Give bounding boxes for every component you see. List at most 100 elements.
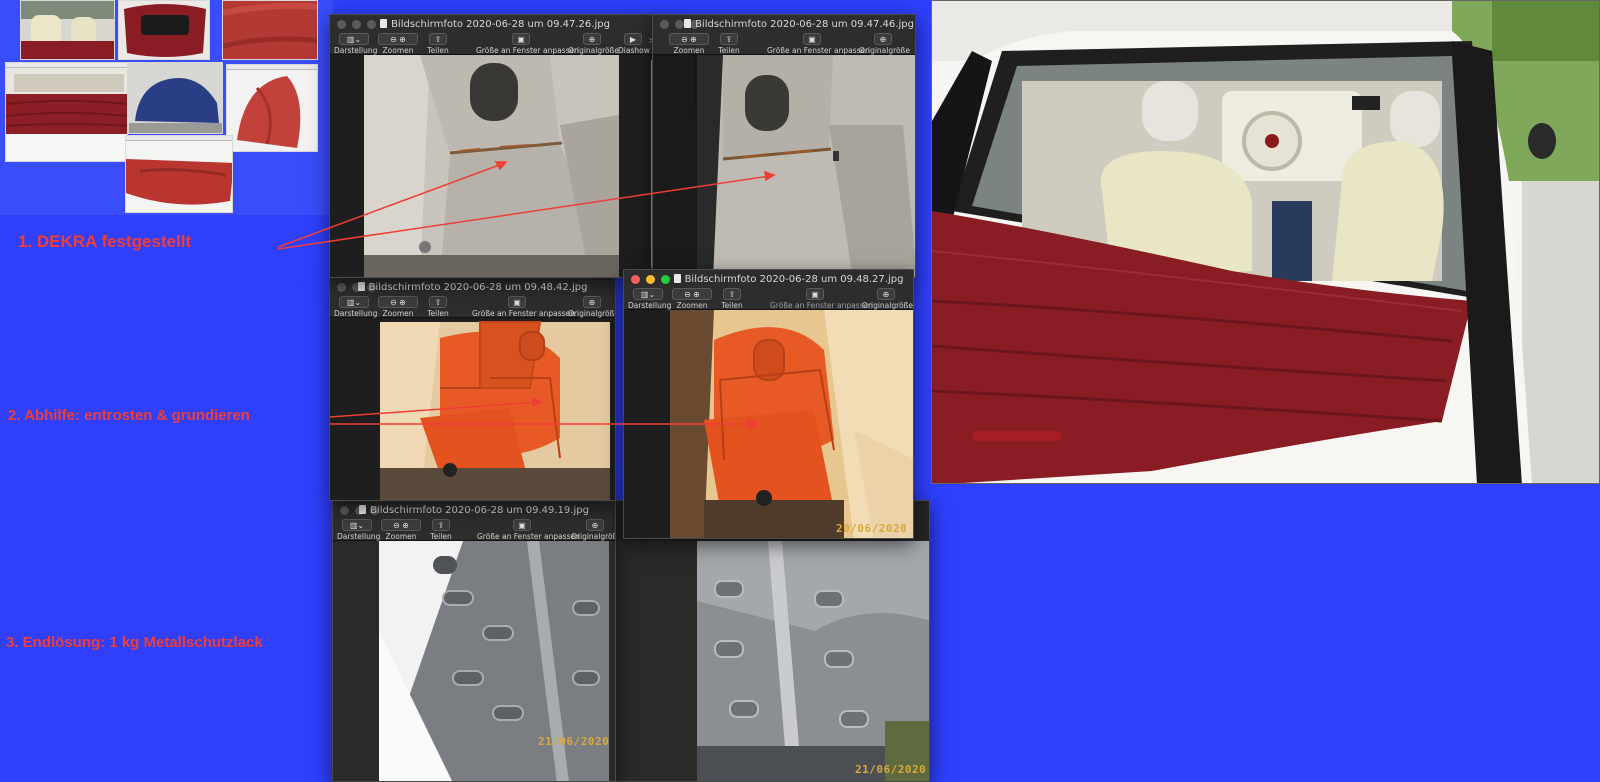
thumbnail-fabric-fold[interactable] — [125, 135, 233, 213]
preview-window-5[interactable]: Bildschirmfoto 2020-06-28 um 09.49.19.jp… — [332, 500, 616, 782]
window-2-title: Bildschirmfoto 2020-06-28 um 09.47.46.jp… — [683, 18, 915, 30]
preview-window-3[interactable]: Bildschirmfoto 2020-06-28 um 09.48.42.jp… — [329, 277, 616, 501]
fit-tool[interactable]: ▣ Größe an Fenster anpassen — [770, 288, 873, 310]
thumbnail-rear-window[interactable] — [118, 0, 210, 60]
actual-size-icon: ⊕ — [583, 296, 601, 308]
window-5-titlebar[interactable]: Bildschirmfoto 2020-06-28 um 09.49.19.jp… — [333, 501, 615, 519]
zoom-window-button[interactable] — [367, 19, 376, 29]
zoom-window-button[interactable] — [690, 19, 699, 29]
minimize-button[interactable] — [352, 19, 361, 29]
window-2-titlebar[interactable]: Bildschirmfoto 2020-06-28 um 09.47.46.jp… — [653, 15, 915, 33]
window-1-titlebar[interactable]: Bildschirmfoto 2020-06-28 um 09.47.26.jp… — [330, 15, 660, 33]
actual-size-tool[interactable]: ⊕Originalgröße — [862, 288, 913, 310]
fabric-sheet-image — [227, 70, 317, 151]
window-1-toolbar: ▥⌄ Darstellung ⊖ ⊕ Zoomen ⇪ Teilen ▣ Größe a… — [330, 33, 660, 55]
car-cover-image — [129, 63, 222, 133]
share-icon: ⇪ — [720, 33, 738, 45]
thumbnail-convertible-interior[interactable] — [20, 0, 115, 60]
red-fabric-image — [223, 1, 317, 59]
window-2-traffic-lights — [653, 19, 699, 29]
fit-icon: ▣ — [803, 33, 821, 45]
actual-size-icon: ⊕ — [877, 288, 895, 300]
document-icon — [380, 18, 388, 28]
view-tool[interactable]: ▥⌄ Darstellung — [337, 519, 380, 541]
slideshow-tool[interactable]: ▶ Diashow — [618, 33, 650, 55]
actual-size-icon: ⊕ — [874, 33, 892, 45]
window-5-traffic-lights — [333, 505, 379, 515]
date-stamp-w4: 20/06/2020 — [836, 522, 908, 535]
fit-tool[interactable]: ▣ Größe an Fenster anpassen — [767, 33, 870, 55]
preview-window-4[interactable]: Bildschirmfoto 2020-06-28 um 09.48.27.jp… — [623, 269, 914, 539]
rear-window-image — [119, 1, 209, 59]
thumbnail-fabric-sheet[interactable] — [226, 64, 318, 152]
share-icon: ⇪ — [429, 33, 447, 45]
window-1-content — [330, 55, 660, 277]
zoom-window-button[interactable] — [370, 505, 379, 515]
view-tool[interactable]: ▥⌄ Darstellung — [334, 33, 377, 55]
play-icon: ▶ — [624, 33, 642, 45]
window-4-traffic-lights — [624, 274, 670, 284]
share-tool[interactable]: ⇪ Teilen — [427, 519, 455, 541]
window-1-title: Bildschirmfoto 2020-06-28 um 09.47.26.jp… — [330, 18, 660, 30]
car-interior-image — [21, 1, 114, 59]
window-6-content: 21/06/2020 — [615, 541, 929, 781]
share-tool[interactable]: ⇪ Teilen — [424, 296, 452, 318]
fabric-fold-image — [126, 141, 232, 212]
window-5-content: 21/06/2020 — [333, 541, 615, 781]
thumbnail-car-cover[interactable] — [128, 62, 223, 134]
zoom-window-button[interactable] — [367, 282, 376, 292]
share-tool[interactable]: ⇪ Teilen — [424, 33, 452, 55]
close-button[interactable] — [631, 274, 640, 284]
zoom-tool[interactable]: ⊖ ⊕ Zoomen — [379, 519, 423, 541]
underbody-painted-image-2 — [615, 541, 929, 781]
sidebar-icon: ▥⌄ — [339, 33, 369, 45]
thumbnail-folded-top[interactable] — [5, 62, 128, 162]
folded-top-image — [6, 68, 127, 161]
fit-icon: ▣ — [513, 519, 531, 531]
sidebar-icon: ▥⌄ — [633, 288, 663, 300]
minimize-button[interactable] — [352, 282, 361, 292]
annotation-step3: 3. Endlösung: 1 kg Metallschutzlack — [6, 634, 263, 651]
thumbnail-collage — [0, 0, 333, 215]
preview-window-2[interactable]: Bildschirmfoto 2020-06-28 um 09.47.46.jp… — [652, 14, 916, 278]
fit-tool[interactable]: ▣ Größe an Fenster anpassen — [472, 296, 575, 318]
underbody-rust-image-1 — [330, 55, 660, 277]
preview-window-6[interactable]: 21/06/2020 — [614, 500, 930, 782]
window-4-titlebar[interactable]: Bildschirmfoto 2020-06-28 um 09.48.27.jp… — [624, 270, 913, 288]
share-tool[interactable]: ⇪ Teilen — [718, 288, 746, 310]
close-button[interactable] — [337, 282, 346, 292]
actual-size-tool[interactable]: ⊕Originalgröße — [859, 33, 910, 55]
zoom-tool[interactable]: ⊖ ⊕ Zoomen — [670, 288, 714, 310]
view-tool[interactable]: ▥⌄ Darstellung — [334, 296, 377, 318]
close-button[interactable] — [660, 19, 669, 29]
zoom-tool[interactable]: ⊖ ⊕ Zoomen — [376, 296, 420, 318]
close-button[interactable] — [340, 505, 349, 515]
close-button[interactable] — [337, 19, 346, 29]
actual-size-tool[interactable]: ⊕Originalgröße — [568, 296, 615, 318]
minimize-button[interactable] — [675, 19, 684, 29]
fit-tool[interactable]: ▣ Größe an Fenster anpassen — [477, 519, 580, 541]
actual-size-tool[interactable]: ⊕Originalgröße — [571, 519, 615, 541]
view-tool[interactable]: ▥⌄ Darstellung — [628, 288, 671, 310]
minimize-button[interactable] — [646, 274, 655, 284]
zoom-icons: ⊖ ⊕ — [381, 519, 421, 531]
zoom-tool[interactable]: ⊖ ⊕ Zoomen — [376, 33, 420, 55]
thumbnail-red-fabric[interactable] — [222, 0, 318, 60]
zoom-icons: ⊖ ⊕ — [378, 33, 418, 45]
share-tool[interactable]: ⇪ Teilen — [715, 33, 743, 55]
window-3-content — [330, 318, 615, 500]
fit-icon: ▣ — [806, 288, 824, 300]
fit-tool[interactable]: ▣ Größe an Fenster anpassen — [476, 33, 579, 55]
convertible-photo[interactable] — [931, 0, 1600, 484]
window-4-toolbar: ▥⌄ Darstellung ⊖ ⊕ Zoomen ⇪ Teilen ▣ Größe a… — [624, 288, 913, 310]
zoom-tool[interactable]: ⊖ ⊕ Zoomen — [667, 33, 711, 55]
window-4-title: Bildschirmfoto 2020-06-28 um 09.48.27.jp… — [664, 273, 913, 285]
preview-window-1[interactable]: Bildschirmfoto 2020-06-28 um 09.47.26.jp… — [329, 14, 661, 278]
underbody-rust-image-2 — [653, 55, 915, 277]
zoom-window-button[interactable] — [661, 274, 670, 284]
window-3-titlebar[interactable]: Bildschirmfoto 2020-06-28 um 09.48.42.jp… — [330, 278, 615, 296]
zoom-icons: ⊖ ⊕ — [669, 33, 709, 45]
zoom-icons: ⊖ ⊕ — [378, 296, 418, 308]
minimize-button[interactable] — [355, 505, 364, 515]
actual-size-tool[interactable]: ⊕Originalgröße — [568, 33, 619, 55]
